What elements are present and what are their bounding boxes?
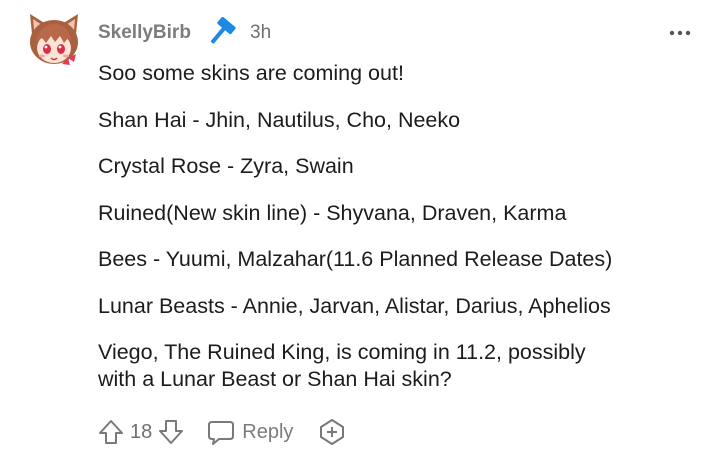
comment-line: Lunar Beasts - Annie, Jarvan, Alistar, D…: [98, 293, 611, 318]
author-name[interactable]: SkellyBirb: [98, 22, 191, 44]
comment-line: Ruined(New skin line) - Shyvana, Draven,…: [98, 200, 567, 225]
comment-line: Soo some skins are coming out!: [98, 61, 404, 85]
avatar[interactable]: [24, 12, 84, 68]
reply-label: Reply: [242, 420, 294, 443]
comment-body: Soo some skins are coming out! Shan Hai …: [98, 60, 698, 413]
comment-line: Bees - Yuumi, Malzahar(11.6 Planned Rele…: [98, 247, 613, 271]
comment-line: Crystal Rose - Zyra, Swain: [98, 154, 354, 178]
more-options-icon[interactable]: [668, 18, 692, 42]
speech-bubble-icon: [208, 421, 235, 445]
hammer-icon: [206, 16, 236, 47]
reply-button[interactable]: Reply: [206, 417, 293, 447]
comment-line: Shan Hai - Jhin, Nautilus, Cho, Neeko: [98, 107, 461, 132]
downvote-arrow-icon: [159, 420, 184, 444]
vote-count: 18: [130, 420, 153, 443]
award-plus-icon: [320, 419, 345, 445]
comment-timestamp: 3h: [250, 22, 272, 43]
comment-actions: 18 Reply: [96, 416, 347, 448]
upvote-button[interactable]: [96, 417, 126, 447]
upvote-arrow-icon: [99, 420, 123, 444]
downvote-button[interactable]: [156, 417, 186, 447]
comment-line: Viego, The Ruined King, is coming in 11.…: [98, 340, 586, 391]
award-button[interactable]: [317, 417, 347, 447]
